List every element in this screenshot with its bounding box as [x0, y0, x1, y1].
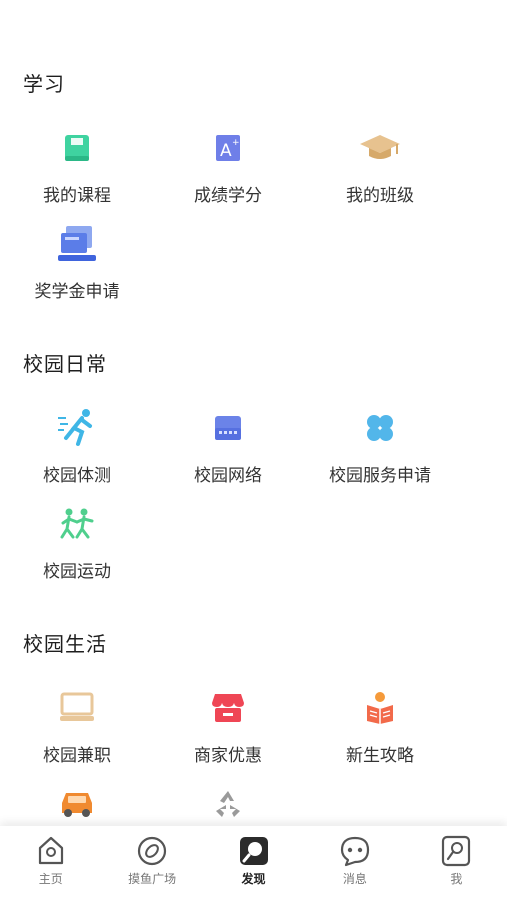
reading-person-icon: [358, 688, 402, 728]
grid-item-campus-sports[interactable]: 校园运动: [1, 502, 153, 594]
section-title-study: 学习: [23, 72, 65, 96]
grid-item-physical-test[interactable]: 校园体测: [1, 406, 153, 498]
tab-label: 摸鱼广场: [128, 872, 177, 886]
grade-a-plus-icon: A +: [206, 128, 250, 168]
tab-label: 消息: [342, 872, 367, 886]
discover-content: 学习 我的课程 A + 成绩学分 我的班级 奖学金申请 校园日常 校园体测 校园…: [0, 0, 507, 826]
grid-item-label: 成绩学分: [194, 186, 262, 206]
tab-label: 主页: [38, 872, 63, 886]
laptop-icon: [55, 688, 99, 728]
car-icon: [55, 784, 99, 824]
grid-item-label: 商家优惠: [194, 746, 262, 766]
grid-item-label: 奖学金申请: [34, 282, 120, 302]
grid-item-part-time[interactable]: 校园兼职: [1, 686, 153, 778]
grid-item-label: 校园网络: [194, 466, 262, 486]
grid-item-grades[interactable]: A + 成绩学分: [152, 126, 304, 218]
grid-item-campus-service[interactable]: 校园服务申请: [304, 406, 456, 498]
fish-plaza-icon: [134, 834, 170, 868]
discover-icon: [236, 834, 272, 868]
svg-text:A: A: [220, 141, 232, 161]
tab-label: 发现: [241, 872, 266, 886]
tab-fish-plaza[interactable]: 摸鱼广场: [101, 826, 202, 900]
tab-home[interactable]: 主页: [0, 826, 101, 900]
grid-item-label: 校园服务申请: [329, 466, 431, 486]
tab-messages[interactable]: 消息: [304, 826, 405, 900]
grid-item-car[interactable]: [1, 782, 153, 826]
shop-store-icon: [206, 688, 250, 728]
grid-item-scholarship[interactable]: 奖学金申请: [1, 222, 153, 314]
tab-discover[interactable]: 发现: [203, 826, 304, 900]
grid-item-recycle[interactable]: [152, 782, 304, 826]
grid-item-label: 校园兼职: [43, 746, 111, 766]
profile-icon: [438, 834, 474, 868]
grid-item-merchant-deals[interactable]: 商家优惠: [152, 686, 304, 778]
grid-item-campus-network[interactable]: 校园网络: [152, 406, 304, 498]
grid-item-label: 新生攻略: [346, 746, 414, 766]
bottom-tab-bar: 主页 摸鱼广场 发现 消息 我: [0, 826, 507, 900]
home-icon: [33, 834, 69, 868]
grid-item-my-courses[interactable]: 我的课程: [1, 126, 153, 218]
grid-item-label: 校园体测: [43, 466, 111, 486]
grid-item-label: 我的课程: [43, 186, 111, 206]
clover-service-icon: [358, 408, 402, 448]
grid-item-freshman-guide[interactable]: 新生攻略: [304, 686, 456, 778]
section-title-campus-life: 校园生活: [23, 632, 107, 656]
tab-me[interactable]: 我: [406, 826, 507, 900]
sports-people-icon: [55, 504, 99, 544]
svg-text:+: +: [232, 138, 240, 148]
tab-label: 我: [450, 872, 463, 886]
network-router-icon: [206, 408, 250, 448]
grid-item-label: 我的班级: [346, 186, 414, 206]
course-book-icon: [55, 128, 99, 168]
message-icon: [337, 834, 373, 868]
scholarship-card-icon: [55, 224, 99, 264]
running-person-icon: [55, 408, 99, 448]
graduation-cap-icon: [358, 128, 402, 168]
recycle-icon: [206, 784, 250, 824]
grid-item-label: 校园运动: [43, 562, 111, 582]
grid-item-my-class[interactable]: 我的班级: [304, 126, 456, 218]
section-title-campus-daily: 校园日常: [23, 352, 107, 376]
